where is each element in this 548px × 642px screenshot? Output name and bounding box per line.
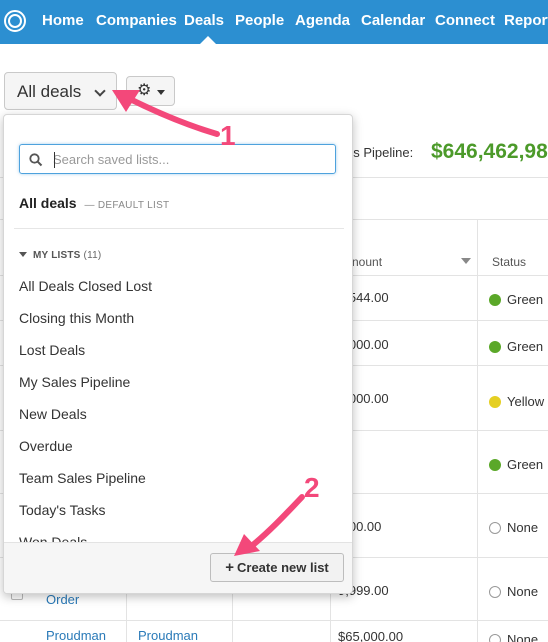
top-navigation: Home Companies Deals People Agenda Calen…	[0, 0, 548, 44]
chevron-down-icon	[94, 85, 106, 97]
amount-column-header[interactable]: nount	[352, 255, 382, 269]
my-lists-title: MY LISTS	[33, 250, 81, 261]
column-divider	[232, 594, 233, 642]
logo-icon[interactable]	[2, 9, 26, 33]
caret-down-icon	[157, 90, 165, 95]
status-cell: Green	[489, 457, 543, 472]
status-text: None	[507, 520, 539, 535]
status-text: Green	[507, 339, 544, 354]
text-cursor	[54, 152, 55, 168]
my-lists-count: (11)	[83, 250, 102, 261]
status-column-header[interactable]: Status	[492, 255, 526, 269]
status-cell: Yellow	[489, 394, 544, 409]
status-dot-icon	[489, 586, 501, 598]
saved-list-item[interactable]: Overdue	[19, 438, 73, 454]
default-list-tag: — DEFAULT LIST	[84, 200, 170, 211]
search-icon	[29, 153, 43, 167]
divider	[0, 620, 548, 621]
nav-home[interactable]: Home	[42, 0, 84, 44]
company-link[interactable]: Proudman	[138, 628, 198, 642]
search-input[interactable]	[53, 147, 328, 171]
deal-link[interactable]: Order	[46, 592, 79, 607]
status-text: None	[507, 632, 539, 642]
divider	[14, 228, 344, 229]
nav-companies[interactable]: Companies	[96, 0, 177, 44]
status-text: Yellow	[507, 394, 545, 409]
status-cell: Green	[489, 292, 543, 307]
column-divider	[126, 594, 127, 642]
saved-list-item[interactable]: Team Sales Pipeline	[19, 470, 146, 486]
settings-button[interactable]: ⚙	[126, 76, 175, 106]
active-tab-indicator	[200, 36, 216, 44]
status-dot-icon	[489, 396, 501, 408]
pipeline-value: $646,462,98	[431, 140, 548, 163]
create-new-list-button[interactable]: + Create new list	[210, 553, 344, 582]
column-divider	[477, 219, 478, 642]
annotation-number-1: 1	[220, 120, 236, 151]
nav-people[interactable]: People	[235, 0, 284, 44]
my-lists-header[interactable]: MY LISTS (11)	[19, 250, 101, 261]
search-box[interactable]	[19, 144, 336, 174]
saved-list-item[interactable]: Lost Deals	[19, 342, 85, 358]
nav-reports[interactable]: Reports	[504, 0, 548, 44]
collapse-arrow-icon	[19, 252, 27, 257]
status-cell: None	[489, 632, 538, 642]
saved-list-item[interactable]: Today's Tasks	[19, 502, 105, 518]
column-divider	[330, 594, 331, 642]
sort-down-icon[interactable]	[461, 258, 471, 264]
saved-list-item[interactable]: New Deals	[19, 406, 87, 422]
status-cell: None	[489, 584, 538, 599]
deals-selector-label: All deals	[17, 82, 82, 101]
status-dot-icon	[489, 341, 501, 353]
nav-connect[interactable]: Connect	[435, 0, 495, 44]
amount-cell: $65,000.00	[338, 629, 404, 642]
status-dot-icon	[489, 294, 501, 306]
status-cell: None	[489, 520, 538, 535]
annotation-number-2: 2	[304, 472, 320, 503]
status-text: Green	[507, 292, 544, 307]
status-dot-icon	[489, 459, 501, 471]
pipeline-label: es Pipeline:	[346, 145, 414, 160]
status-dot-icon	[489, 634, 501, 642]
default-list-item[interactable]: All deals — DEFAULT LIST	[19, 195, 169, 211]
default-list-name: All deals	[19, 195, 77, 211]
saved-list-item[interactable]: All Deals Closed Lost	[19, 278, 152, 294]
saved-list-item[interactable]: Closing this Month	[19, 310, 134, 326]
create-new-list-label: Create new list	[237, 560, 329, 575]
deals-list-selector[interactable]: All deals	[4, 72, 117, 110]
gear-icon: ⚙	[137, 82, 152, 99]
nav-agenda[interactable]: Agenda	[295, 0, 350, 44]
plus-icon: +	[225, 559, 234, 576]
nav-calendar[interactable]: Calendar	[361, 0, 425, 44]
status-dot-icon	[489, 522, 501, 534]
dropdown-footer: + Create new list	[4, 542, 352, 593]
deal-link[interactable]: Proudman	[46, 628, 106, 642]
saved-list-item[interactable]: My Sales Pipeline	[19, 374, 130, 390]
status-text: Green	[507, 457, 544, 472]
status-cell: Green	[489, 339, 543, 354]
status-text: None	[507, 584, 539, 599]
saved-lists-dropdown: All deals — DEFAULT LIST MY LISTS(11) Al…	[3, 114, 353, 594]
